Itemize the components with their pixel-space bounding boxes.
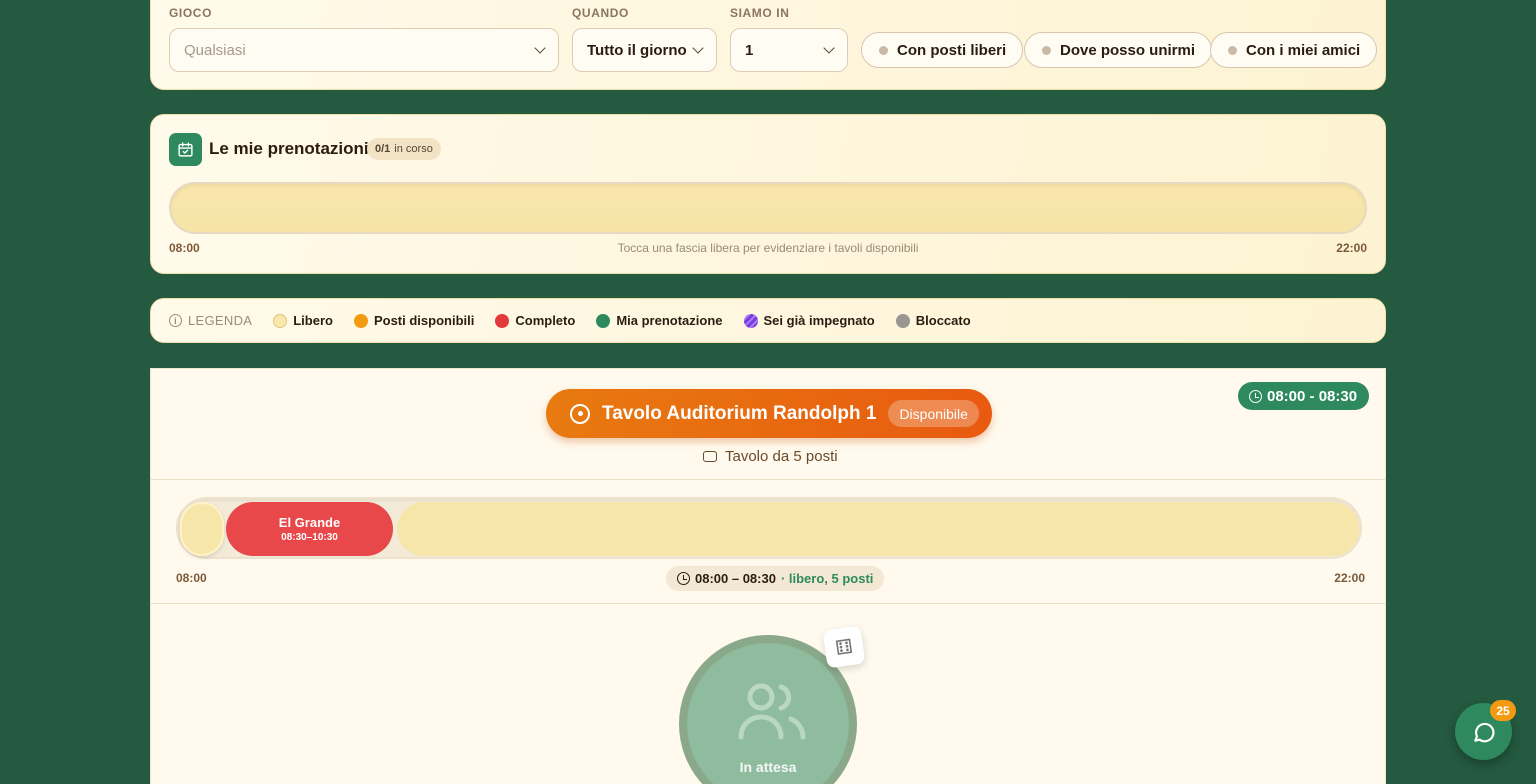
clock-icon (677, 572, 690, 585)
chip-can-join[interactable]: Dove posso unirmi (1024, 32, 1213, 68)
legend-swatch (273, 313, 288, 328)
chip-label: Con i miei amici (1246, 41, 1361, 59)
game-select[interactable]: Qualsiasi (169, 28, 559, 72)
legend-item-my-booking: Mia prenotazione (596, 313, 723, 328)
chat-bubble-icon (1473, 722, 1495, 742)
calendar-check-icon (169, 133, 202, 166)
info-icon: i (169, 314, 182, 327)
seat-waiting-label: In attesa (739, 759, 797, 775)
table-seats-info: Tavolo da 5 posti (703, 448, 838, 465)
chat-unread-badge: 25 (1490, 700, 1516, 721)
slot-status: · libero, 5 posti (780, 571, 874, 586)
table-timeline: El Grande 08:30–10:30 (176, 497, 1362, 559)
selected-slot-info: 08:00 – 08:30 · libero, 5 posti (666, 566, 885, 591)
bookings-title: Le mie prenotazioni (209, 139, 369, 158)
legend-bar: i LEGENDA Libero Posti disponibili Compl… (150, 298, 1386, 343)
legend-item-full: Completo (495, 313, 575, 328)
divider (151, 603, 1385, 604)
selected-time-badge: 08:00 - 08:30 (1238, 382, 1370, 410)
legend-label: Completo (515, 313, 576, 328)
legend-swatch (353, 313, 368, 328)
timeline-end-label: 22:00 (1336, 241, 1367, 255)
table-seats-label: Tavolo da 5 posti (725, 448, 838, 465)
filters-panel: GIOCO Qualsiasi QUANDO Tutto il giorno S… (150, 0, 1386, 90)
table-title-banner: Tavolo Auditorium Randolph 1 Disponibile (546, 389, 992, 438)
bookings-timeline[interactable] (169, 182, 1367, 234)
divider (151, 479, 1385, 480)
table-detail-panel: Tavolo Auditorium Randolph 1 Disponibile… (150, 368, 1386, 784)
chevron-down-icon (692, 41, 704, 54)
legend-label: Bloccato (915, 313, 971, 328)
when-select-value: Tutto il giorno (587, 41, 687, 59)
users-icon (738, 683, 806, 740)
bookings-count-badge: 0/1 in corso (367, 138, 441, 160)
table-timeline-start: 08:00 (176, 571, 207, 585)
timeline-slot-free[interactable] (397, 502, 1359, 556)
legend-heading-label: LEGENDA (188, 313, 253, 328)
legend-item-busy: Sei già impegnato (743, 313, 875, 328)
legend-item-seats-available: Posti disponibili (353, 313, 475, 328)
legend-swatch (743, 313, 758, 328)
sofa-icon (703, 451, 717, 462)
chip-free-seats[interactable]: Con posti liberi (861, 32, 1024, 68)
legend-swatch (895, 313, 910, 328)
timeline-hint: Tocca una fascia libera per evidenziare … (617, 241, 919, 255)
group-size-select[interactable]: 1 (730, 28, 848, 72)
legend-label: Sei già impegnato (763, 313, 875, 328)
table-timeline-end: 22:00 (1334, 571, 1365, 585)
chip-label: Con posti liberi (897, 41, 1007, 59)
table-name: Tavolo Auditorium Randolph 1 (602, 402, 877, 424)
chip-with-friends[interactable]: Con i miei amici (1210, 32, 1378, 68)
bookings-count: 0/1 (375, 143, 391, 155)
legend-heading: i LEGENDA (169, 313, 252, 328)
dice-icon: ⚅ (822, 625, 866, 669)
game-select-value: Qualsiasi (184, 41, 246, 59)
game-filter-label: GIOCO (169, 6, 213, 20)
selected-time-value: 08:00 - 08:30 (1267, 387, 1358, 405)
booking-game-name: El Grande (278, 515, 341, 530)
legend-swatch (596, 313, 611, 328)
group-size-value: 1 (745, 41, 754, 59)
table-status-badge: Disponibile (888, 400, 979, 427)
chevron-down-icon (823, 41, 835, 54)
chevron-down-icon (534, 41, 546, 54)
my-bookings-panel: Le mie prenotazioni 0/1 in corso 08:00 T… (150, 114, 1386, 274)
bookings-count-suffix: in corso (394, 143, 433, 155)
toggle-dot-icon (879, 45, 888, 55)
legend-swatch (495, 313, 510, 328)
slot-time: 08:00 – 08:30 (695, 571, 776, 586)
legend-label: Libero (293, 313, 333, 328)
toggle-dot-icon (1228, 45, 1237, 55)
group-filter-label: SIAMO IN (730, 6, 790, 20)
legend-item-blocked: Bloccato (895, 313, 971, 328)
clock-icon (1249, 389, 1262, 403)
toggle-dot-icon (1042, 45, 1051, 55)
legend-label: Mia prenotazione (616, 313, 723, 328)
legend-item-free: Libero (273, 313, 333, 328)
when-filter-label: QUANDO (572, 6, 629, 20)
chip-label: Dove posso unirmi (1060, 41, 1196, 59)
booking-time-range: 08:30–10:30 (281, 532, 338, 543)
target-icon (570, 403, 590, 424)
when-select[interactable]: Tutto il giorno (572, 28, 717, 72)
timeline-slot-selected[interactable] (180, 502, 224, 556)
timeline-booking-el-grande[interactable]: El Grande 08:30–10:30 (226, 502, 393, 556)
legend-label: Posti disponibili (373, 313, 475, 328)
